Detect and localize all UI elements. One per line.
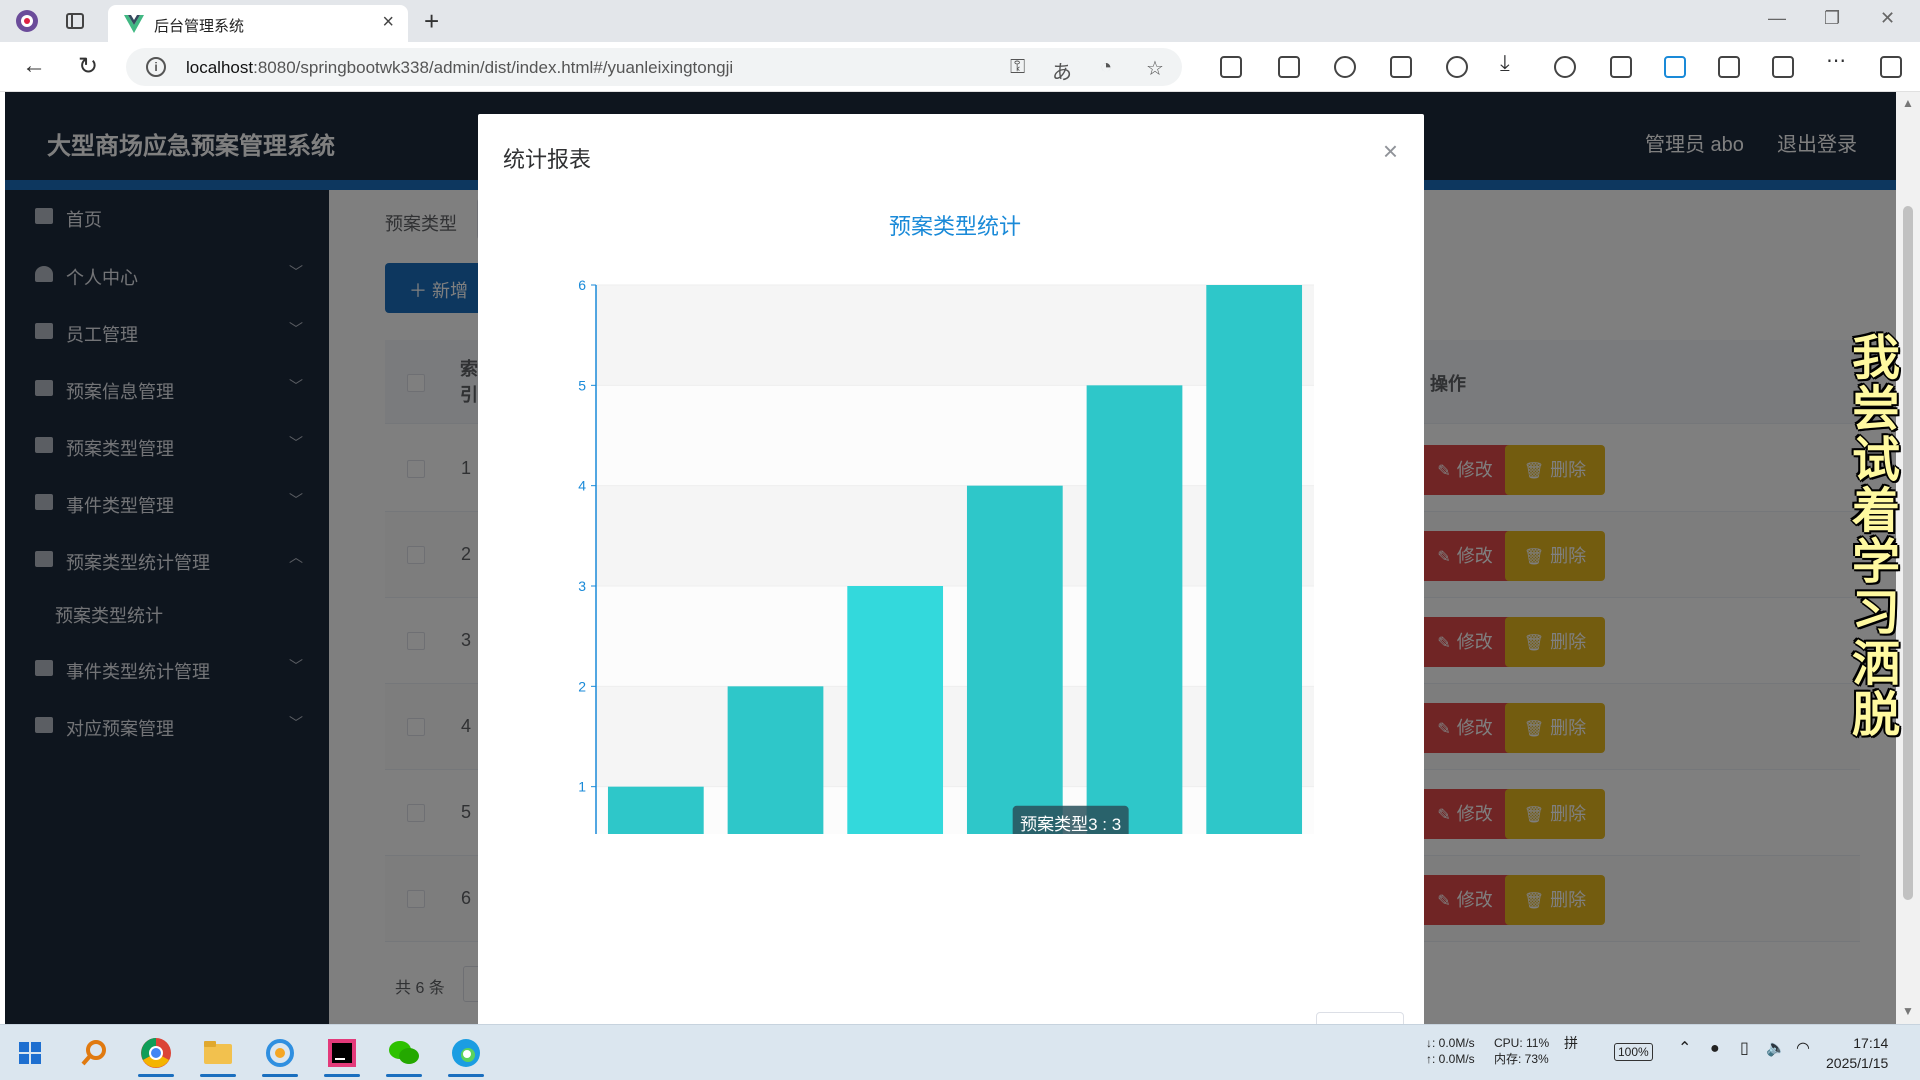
intellij-icon[interactable] (320, 1031, 364, 1077)
minimize-icon[interactable]: — (1768, 8, 1786, 29)
site-info-icon[interactable]: i (146, 57, 166, 77)
tray-app-icon[interactable]: ● (1710, 1041, 1720, 1057)
ime-icon[interactable]: 拼 (1564, 1035, 1578, 1051)
sidebar-toggle-icon[interactable] (1772, 56, 1794, 78)
browser-profile-icon[interactable] (14, 8, 40, 34)
watermark-text: 我尝试着学习洒脱 (1852, 332, 1901, 742)
more-menu-icon[interactable]: ⋯ (1826, 48, 1848, 72)
browser-tab-active[interactable]: 后台管理系统 × (108, 5, 408, 42)
system-clock[interactable]: 17:14 2025/1/15 (1826, 1033, 1888, 1073)
browser-toolbar: ← ↻ i localhost:8080/springbootwk338/adm… (0, 42, 1920, 92)
window-close-icon[interactable]: ✕ (1880, 8, 1895, 29)
dialog-title: 统计报表 (503, 147, 592, 172)
y-tick-label: 4 (578, 478, 586, 494)
windows-taskbar: ↓: 0.0M/s ↑: 0.0M/s CPU: 11% 内存: 73% 拼 100… (0, 1024, 1920, 1080)
copilot-icon[interactable] (1880, 56, 1902, 78)
back-icon[interactable]: ← (22, 52, 46, 80)
scroll-down-icon[interactable]: ▼ (1902, 1004, 1914, 1018)
clock-date: 2025/1/15 (1826, 1055, 1889, 1071)
cpu-mem-usage: CPU: 11% 内存: 73% (1494, 1036, 1550, 1066)
tab-actions-icon[interactable] (62, 8, 88, 34)
bar (727, 686, 824, 834)
screenshot-icon[interactable] (1718, 56, 1740, 78)
bar (1206, 285, 1303, 834)
favorites-icon[interactable] (1334, 56, 1356, 78)
performance-icon[interactable] (1554, 56, 1576, 78)
network-speed: ↓: 0.0M/s ↑: 0.0M/s (1426, 1036, 1475, 1066)
tray-chevron-up-icon[interactable]: ⌃ (1678, 1041, 1691, 1057)
volume-icon[interactable]: 🔈 (1766, 1041, 1786, 1057)
stats-dialog: 统计报表 × 预案类型统计0123456预案类型1预案类型2预案类型3预案类型4… (478, 114, 1424, 1024)
file-explorer-icon[interactable] (196, 1031, 240, 1077)
start-icon[interactable] (8, 1031, 52, 1075)
history-icon[interactable] (1446, 56, 1468, 78)
app-window: 大型商场应急预案管理系统 管理员 abo 退出登录 首页 个人中心 ﹀ 员工管理… (5, 92, 1896, 1024)
app-launcher-icon[interactable] (258, 1031, 302, 1077)
apps-icon[interactable] (1610, 56, 1632, 78)
chrome-icon[interactable] (134, 1031, 178, 1077)
key-icon[interactable]: ⚿ (1010, 56, 1025, 79)
usb-icon[interactable]: ▯ (1740, 1041, 1749, 1057)
scroll-up-icon[interactable]: ▲ (1902, 96, 1914, 110)
download-icon[interactable]: ⤓ (1500, 50, 1522, 75)
collections-icon[interactable] (1390, 56, 1412, 78)
tab-title: 后台管理系统 (154, 18, 245, 35)
dialog-close-icon[interactable]: × (1383, 136, 1398, 167)
search-icon[interactable] (72, 1031, 116, 1075)
bar-chart: 预案类型统计0123456预案类型1预案类型2预案类型3预案类型4预案类型5预案… (578, 214, 1314, 834)
favorite-star-icon[interactable]: ☆ (1146, 56, 1164, 81)
translate-icon[interactable]: あ (1052, 56, 1072, 85)
y-tick-label: 1 (578, 779, 586, 795)
restore-icon[interactable]: ❐ (1824, 8, 1840, 29)
read-aloud-icon[interactable]: ◔ (1100, 56, 1112, 79)
address-bar[interactable]: i localhost:8080/springbootwk338/admin/d… (126, 48, 1182, 86)
chart-tooltip-text: 预案类型3 : 3 (1020, 815, 1121, 834)
y-tick-label: 3 (578, 578, 586, 594)
browser-tab-bar: 后台管理系统 × + — ❐ ✕ (0, 0, 1920, 42)
battery-indicator[interactable]: 100% (1614, 1043, 1653, 1061)
bar (966, 485, 1063, 834)
y-tick-label: 6 (578, 277, 586, 293)
wechat-icon[interactable] (382, 1031, 426, 1077)
y-tick-label: 5 (578, 377, 586, 393)
clock-time: 17:14 (1853, 1035, 1889, 1051)
url-text[interactable]: localhost:8080/springbootwk338/admin/dis… (186, 58, 733, 78)
split-screen-icon[interactable] (1278, 56, 1300, 78)
vue-favicon-icon (124, 15, 144, 33)
edge-sidebar-icon[interactable] (1664, 56, 1686, 78)
dialog-footer-button[interactable] (1316, 1012, 1404, 1024)
extensions-icon[interactable] (1220, 56, 1242, 78)
tab-close-icon[interactable]: × (382, 11, 394, 34)
edge-icon[interactable] (444, 1031, 488, 1077)
scroll-thumb[interactable] (1903, 206, 1913, 900)
new-tab-icon[interactable]: + (424, 6, 439, 37)
wifi-icon[interactable]: ◠ (1796, 1041, 1810, 1057)
bar (1086, 385, 1183, 834)
chart-title: 预案类型统计 (889, 214, 1021, 239)
reload-icon[interactable]: ↻ (78, 52, 98, 81)
y-tick-label: 2 (578, 678, 586, 694)
bar (847, 586, 944, 834)
bar (607, 786, 704, 834)
